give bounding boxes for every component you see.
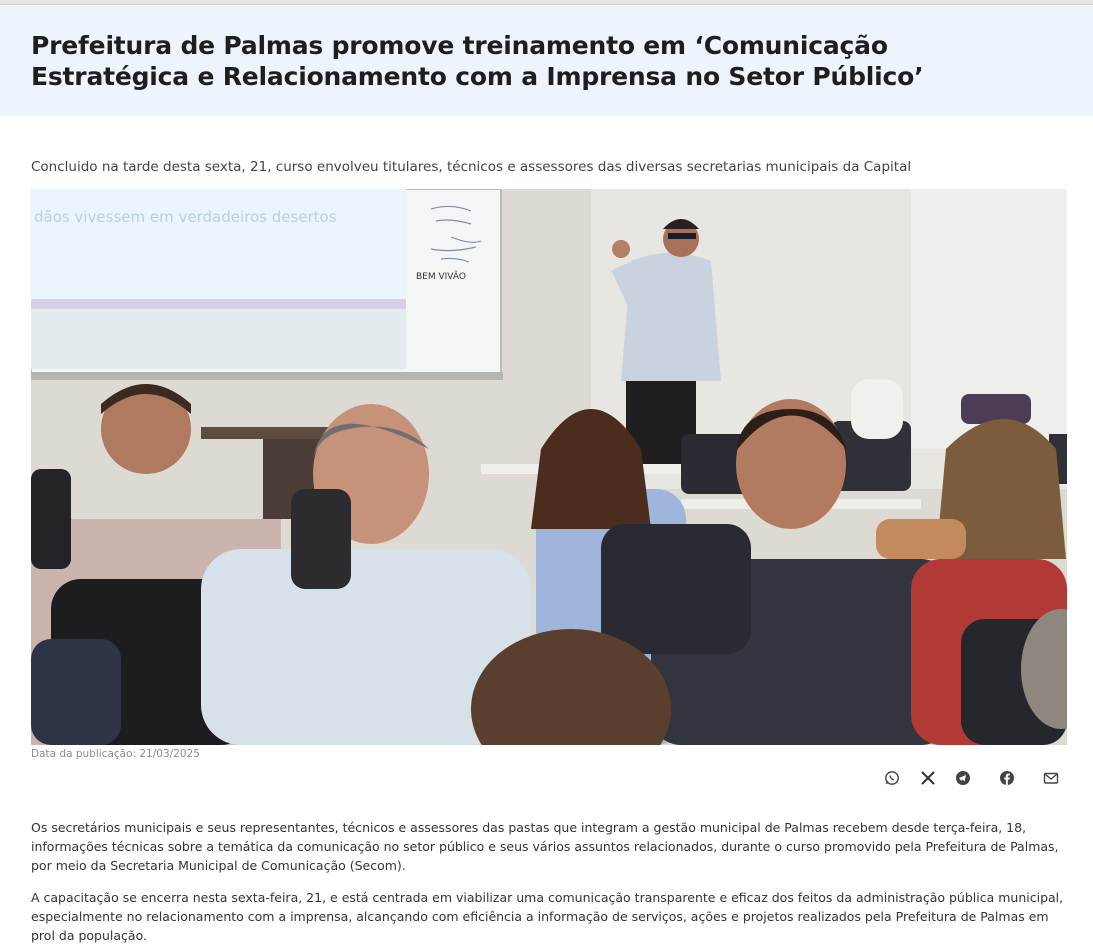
article-header: Prefeitura de Palmas promove treinamento… xyxy=(0,5,1093,116)
telegram-icon[interactable] xyxy=(952,767,974,789)
facebook-icon[interactable] xyxy=(996,767,1018,789)
whatsapp-icon[interactable] xyxy=(881,767,903,789)
article-paragraph: Os secretários municipais e seus represe… xyxy=(31,820,1059,873)
x-icon[interactable] xyxy=(917,767,939,789)
publication-date: Data da publicação: 21/03/2025 xyxy=(31,748,200,760)
article-paragraph: A capacitação se encerra nesta sexta-fei… xyxy=(31,890,1064,943)
article-photo: dãos vivessem em verdadeiros desertos BE… xyxy=(31,189,1067,745)
board-scribble: BEM VIVÃO xyxy=(416,271,466,282)
page-title: Prefeitura de Palmas promove treinamento… xyxy=(31,31,924,91)
slide-text: dãos vivessem em verdadeiros desertos xyxy=(34,208,337,226)
email-icon[interactable] xyxy=(1040,767,1062,789)
article-subtitle: Concluido na tarde desta sexta, 21, curs… xyxy=(31,159,912,175)
